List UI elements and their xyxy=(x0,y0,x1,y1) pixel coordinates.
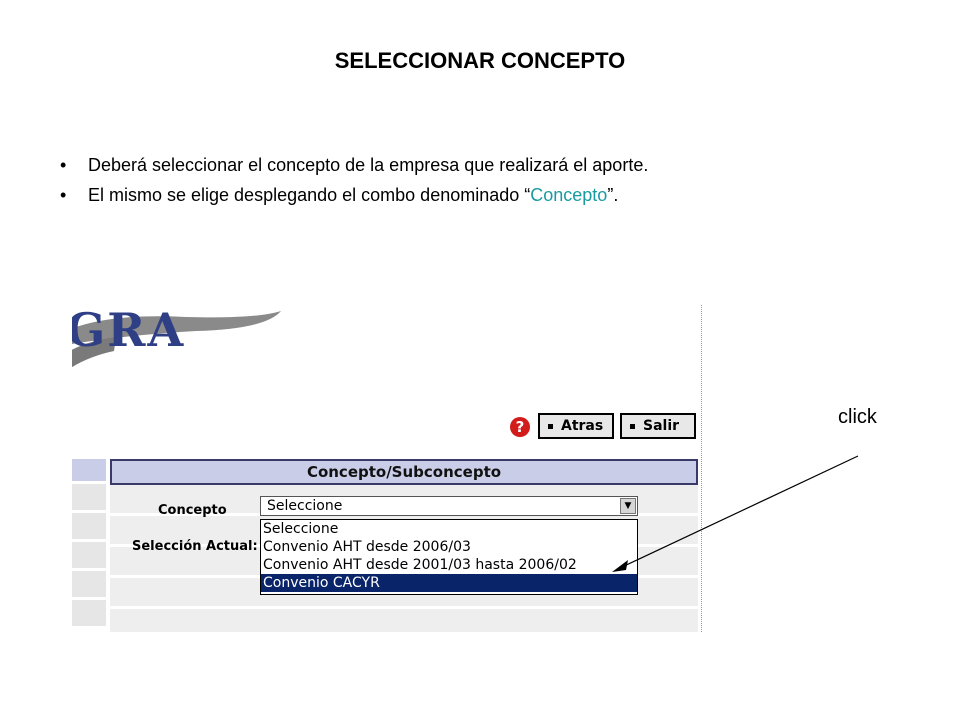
bullet-square-icon xyxy=(630,423,635,429)
grid-cell xyxy=(72,513,106,542)
bullet-list: • Deberá seleccionar el concepto de la e… xyxy=(60,150,648,210)
concepto-dropdown-list: Seleccione Convenio AHT desde 2006/03 Co… xyxy=(260,519,638,595)
salir-label: Salir xyxy=(643,418,680,434)
click-annotation: click xyxy=(838,406,877,428)
salir-button[interactable]: Salir xyxy=(620,413,696,439)
panel-title: Concepto/Subconcepto xyxy=(110,459,698,485)
seleccion-actual-label: Selección Actual: xyxy=(132,539,258,554)
bullet-text-suffix: ”. xyxy=(607,185,619,205)
logo: GRA xyxy=(72,305,286,379)
left-grid-column xyxy=(72,459,106,632)
atras-label: Atras xyxy=(561,418,604,434)
concepto-label: Concepto xyxy=(158,503,227,518)
atras-button[interactable]: Atras xyxy=(538,413,614,439)
grid-cell xyxy=(72,600,106,629)
logo-text: GRA xyxy=(72,305,186,357)
concepto-select[interactable]: Seleccione ▼ xyxy=(260,496,638,516)
bullet-highlight: Concepto xyxy=(530,185,608,205)
grid-cell xyxy=(72,459,106,484)
bullet-item: • Deberá seleccionar el concepto de la e… xyxy=(60,150,648,180)
grid-cell xyxy=(72,542,106,571)
select-value: Seleccione xyxy=(267,498,343,514)
dropdown-option[interactable]: Seleccione xyxy=(261,520,637,538)
dropdown-option-selected[interactable]: Convenio CACYR xyxy=(261,574,637,592)
help-icon[interactable]: ? xyxy=(510,417,530,437)
dropdown-option[interactable]: Convenio AHT desde 2001/03 hasta 2006/02 xyxy=(261,556,637,574)
bullet-item: • El mismo se elige desplegando el combo… xyxy=(60,180,648,210)
app-screenshot: GRA ? Atras Salir Concepto/Subconcepto C… xyxy=(72,305,702,632)
grid-cell xyxy=(72,571,106,600)
panel-row xyxy=(110,609,698,632)
slide-title: SELECCIONAR CONCEPTO xyxy=(334,48,626,73)
bullet-text-prefix: El mismo se elige desplegando el combo d… xyxy=(88,185,531,205)
grid-cell xyxy=(72,484,106,513)
dropdown-option[interactable]: Convenio AHT desde 2006/03 xyxy=(261,538,637,556)
bullet-text: Deberá seleccionar el concepto de la emp… xyxy=(88,155,649,175)
screenshot-edge xyxy=(699,305,702,632)
bullet-dot: • xyxy=(60,155,67,175)
bullet-dot: • xyxy=(60,185,67,205)
chevron-down-icon[interactable]: ▼ xyxy=(620,498,636,514)
bullet-square-icon xyxy=(548,423,553,429)
